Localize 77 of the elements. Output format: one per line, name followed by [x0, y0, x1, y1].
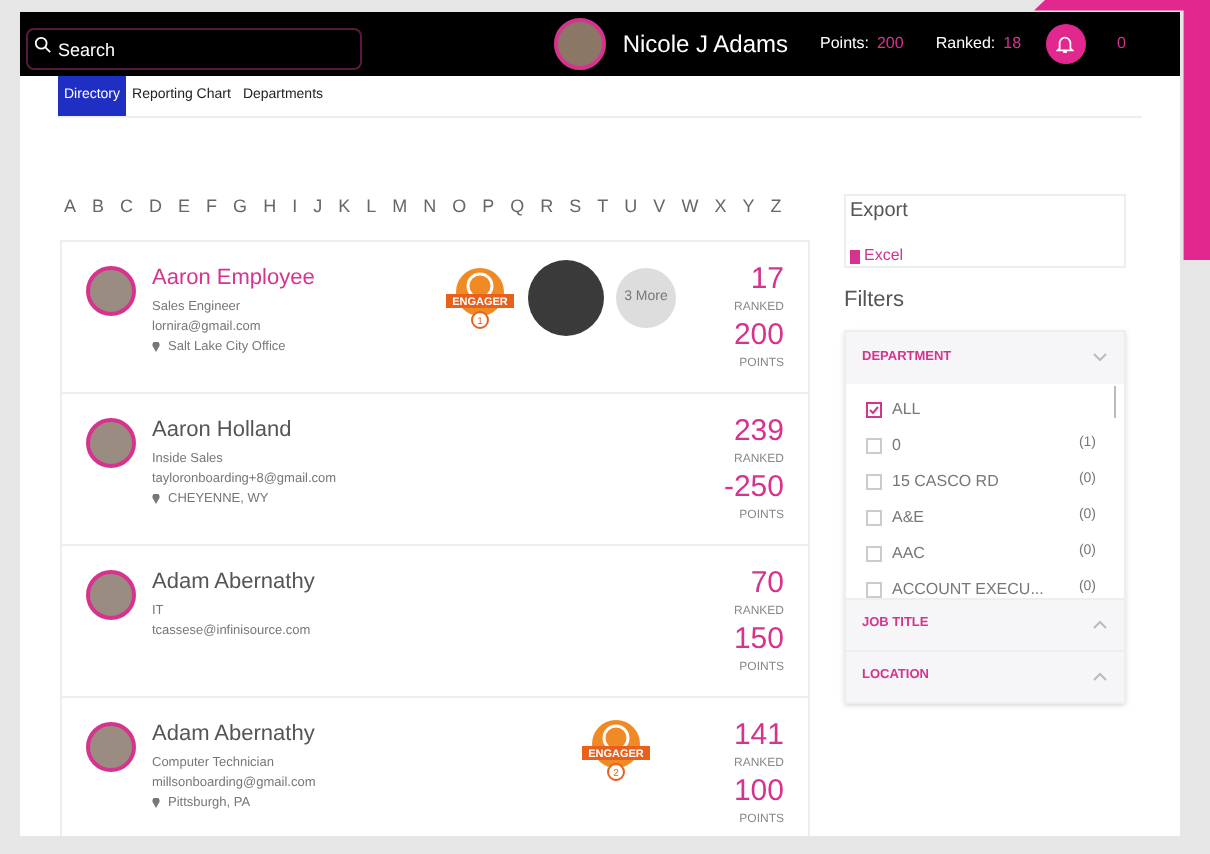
- points-value: -250: [723, 469, 784, 505]
- person-avatar: [86, 417, 136, 467]
- alphabet-letter[interactable]: U: [624, 194, 638, 221]
- person-name[interactable]: Aaron Employee: [152, 261, 392, 294]
- person-avatar: [86, 569, 136, 619]
- checkbox[interactable]: [866, 401, 882, 417]
- filter-option: 15 CASCO RD: [892, 469, 999, 493]
- checkbox[interactable]: [866, 545, 882, 561]
- location-pin-icon: [152, 341, 160, 352]
- notification-button[interactable]: [1045, 24, 1086, 64]
- location-pin-icon: [152, 797, 160, 808]
- points-value: 150: [733, 621, 784, 657]
- alphabet-letter[interactable]: D: [149, 194, 163, 221]
- alphabet-letter[interactable]: G: [233, 194, 248, 221]
- alphabet-letter[interactable]: T: [597, 194, 609, 221]
- person-name[interactable]: Adam Abernathy: [152, 565, 392, 598]
- rank-value: 17: [750, 261, 784, 297]
- filter-option: AAC: [892, 541, 925, 565]
- filter-option: ALL: [892, 397, 921, 421]
- alphabet-letter[interactable]: V: [653, 194, 666, 221]
- chevron-up-icon: [1092, 619, 1108, 629]
- alphabet-letter[interactable]: Y: [742, 194, 755, 221]
- filter-option: A&E: [892, 505, 925, 529]
- rank-value: 70: [750, 565, 784, 601]
- alphabet-letter[interactable]: J: [313, 194, 323, 221]
- alphabet-letter[interactable]: F: [206, 194, 218, 221]
- alphabet-letter[interactable]: O: [452, 194, 467, 221]
- alphabet-letter[interactable]: X: [714, 194, 727, 221]
- alphabet-letter[interactable]: I: [292, 194, 298, 221]
- alphabet-letter[interactable]: W: [681, 194, 699, 221]
- notification-count: 0: [1117, 32, 1126, 56]
- search-icon: [34, 35, 52, 53]
- checkbox[interactable]: [866, 509, 882, 525]
- photo-placeholder: [528, 259, 604, 335]
- alphabet-letter[interactable]: C: [120, 194, 134, 221]
- alphabet-letter[interactable]: R: [540, 194, 554, 221]
- chevron-down-icon: [1092, 352, 1108, 362]
- points-value: 100: [733, 773, 784, 809]
- filter-option: ACCOUNT EXECU...: [892, 577, 1044, 597]
- alphabet-letter[interactable]: E: [178, 194, 191, 221]
- person-avatar: [86, 721, 136, 771]
- points-value: 200: [876, 32, 904, 56]
- alphabet-letter[interactable]: N: [423, 194, 437, 221]
- checkmark-icon: [868, 403, 880, 415]
- scrollbar-icon: [1114, 385, 1116, 417]
- user-avatar[interactable]: [554, 18, 607, 70]
- filter-option: 0: [892, 433, 901, 457]
- rank-value: 141: [733, 717, 784, 753]
- alphabet-letter[interactable]: M: [392, 194, 408, 221]
- alphabet-letter[interactable]: H: [263, 194, 277, 221]
- alphabet-letter[interactable]: A: [64, 194, 77, 221]
- person-name[interactable]: Adam Abernathy: [152, 717, 392, 750]
- ranked-label: Ranked:: [935, 32, 996, 56]
- search-field[interactable]: Search: [26, 28, 362, 70]
- bell-icon: [1056, 34, 1075, 54]
- rank-value: 239: [733, 413, 784, 449]
- points-value: 200: [733, 317, 784, 353]
- ranked-value: 18: [1003, 32, 1022, 56]
- filters-title: Filters: [844, 286, 906, 316]
- person-avatar: [86, 265, 136, 315]
- alphabet-letter[interactable]: B: [92, 194, 105, 221]
- person-name[interactable]: Aaron Holland: [152, 413, 392, 446]
- checkbox[interactable]: [866, 437, 882, 453]
- alphabet-letter[interactable]: L: [366, 194, 377, 221]
- excel-file-icon: [850, 249, 860, 263]
- chevron-up-icon: [1092, 671, 1108, 681]
- excel-link[interactable]: Excel: [864, 244, 904, 268]
- alphabet-letter[interactable]: Q: [510, 194, 525, 221]
- alphabet-letter[interactable]: Z: [770, 194, 782, 221]
- points-label: Points:: [820, 32, 869, 56]
- alphabet-letter[interactable]: K: [338, 194, 351, 221]
- checkbox[interactable]: [866, 473, 882, 489]
- location-pin-icon: [152, 493, 160, 504]
- alphabet-letter[interactable]: S: [569, 194, 582, 221]
- export-title: Export: [850, 198, 910, 226]
- alphabet-letter[interactable]: P: [482, 194, 495, 221]
- user-name[interactable]: Nicole J Adams: [622, 26, 789, 62]
